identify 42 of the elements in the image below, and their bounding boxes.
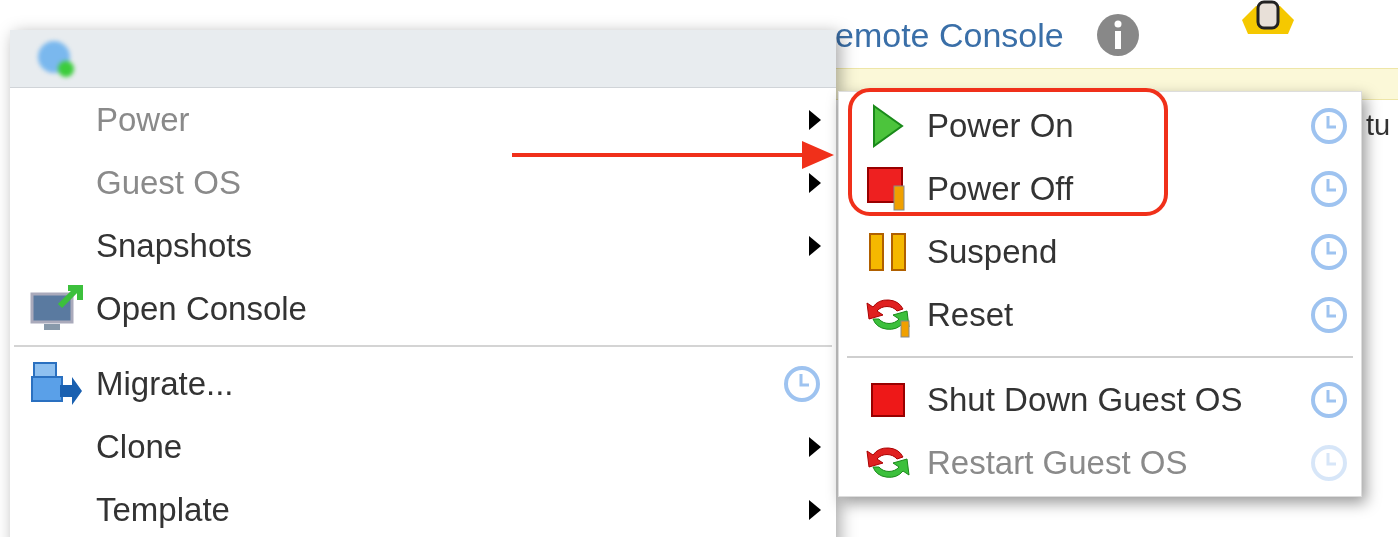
submenu-item-label: Shut Down Guest OS	[927, 379, 1243, 420]
info-icon	[1095, 13, 1140, 57]
menu-item[interactable]: Snapshots	[10, 214, 836, 277]
submenu-item-label: Power Off	[927, 168, 1074, 209]
menu-item-label: Open Console	[96, 288, 307, 329]
pause-icon	[868, 231, 908, 272]
clock-icon	[1309, 442, 1349, 483]
menu-item[interactable]: Migrate...	[10, 352, 836, 415]
submenu-item[interactable]: Suspend	[839, 220, 1361, 283]
menu-item[interactable]: Clone	[10, 415, 836, 478]
clock-icon	[1309, 105, 1349, 146]
caret-icon	[808, 435, 822, 458]
background-text: tu	[1366, 108, 1391, 143]
menu-item-label: Power	[96, 99, 190, 140]
submenu-item[interactable]: Reset	[839, 283, 1361, 346]
caret-icon	[808, 108, 822, 131]
menu-item[interactable]: Template	[10, 478, 836, 537]
migrate-icon	[30, 360, 84, 407]
stop-icon	[870, 381, 906, 418]
clock-icon	[1309, 231, 1349, 272]
caret-icon	[808, 498, 822, 521]
menu-item[interactable]: Open Console	[10, 277, 836, 340]
menu-item-label: Snapshots	[96, 225, 252, 266]
submenu-item-label: Suspend	[927, 231, 1058, 272]
remote-console-link[interactable]: emote Console	[835, 9, 1064, 61]
submenu-item-label: Restart Guest OS	[927, 442, 1188, 483]
submenu-item[interactable]: Power Off	[839, 157, 1361, 220]
caret-icon	[808, 171, 822, 194]
submenu-item[interactable]: Power On	[839, 94, 1361, 157]
caret-icon	[808, 234, 822, 257]
menu-item-label: Clone	[96, 426, 183, 467]
menu-item-label: Guest OS	[96, 162, 241, 203]
menu-item-label: Template	[96, 489, 230, 530]
submenu-item[interactable]: Shut Down Guest OS	[839, 368, 1361, 431]
submenu-item-label: Reset	[927, 294, 1014, 335]
clock-icon	[1309, 294, 1349, 335]
play-icon	[870, 103, 906, 148]
submenu-item-label: Power On	[927, 105, 1074, 146]
clock-icon	[1309, 168, 1349, 209]
clock-icon	[782, 363, 822, 404]
menu-item-label: Migrate...	[96, 363, 234, 404]
clock-icon	[1309, 379, 1349, 420]
